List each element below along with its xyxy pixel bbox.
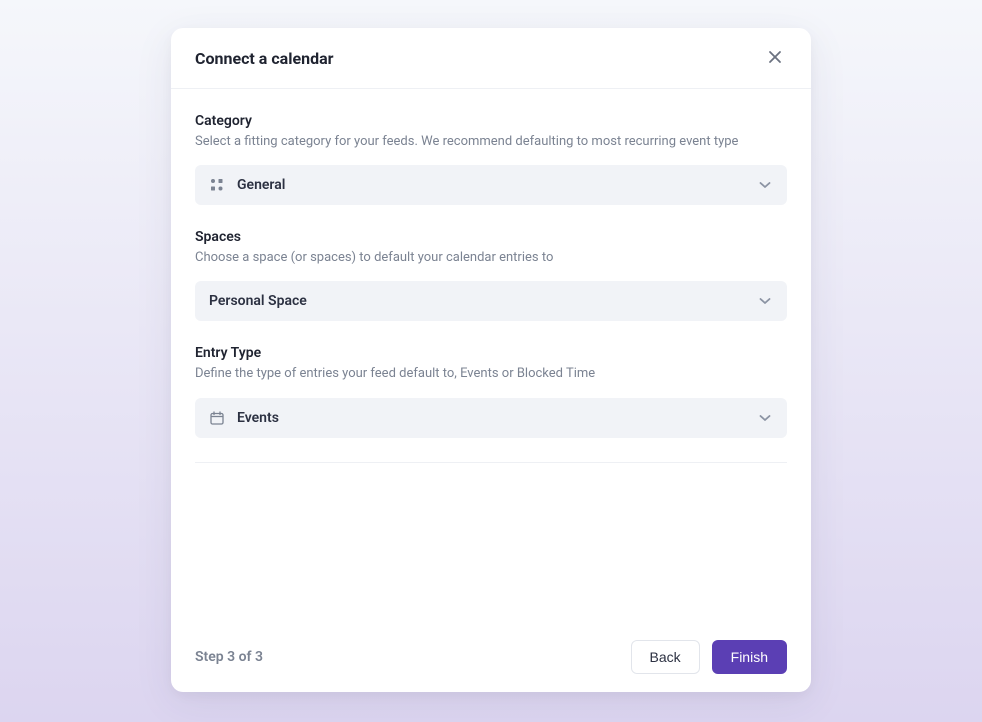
modal-title: Connect a calendar [195,49,334,68]
spaces-selected-value: Personal Space [209,293,745,309]
calendar-icon [209,410,225,426]
spaces-field: Spaces Choose a space (or spaces) to def… [195,229,787,321]
back-button[interactable]: Back [631,640,700,674]
entry-type-selected-value: Events [237,410,745,426]
divider [195,462,787,463]
footer-buttons: Back Finish [631,640,787,674]
connect-calendar-modal: Connect a calendar Category Select a fit… [171,28,811,692]
chevron-down-icon [757,410,773,426]
entry-type-select[interactable]: Events [195,398,787,438]
chevron-down-icon [757,177,773,193]
spaces-description: Choose a space (or spaces) to default yo… [195,249,787,267]
close-button[interactable] [763,46,787,70]
modal-footer: Step 3 of 3 Back Finish [171,622,811,692]
entry-type-title: Entry Type [195,345,787,361]
category-field: Category Select a fitting category for y… [195,113,787,205]
spaces-title: Spaces [195,229,787,245]
chevron-down-icon [757,293,773,309]
category-description: Select a fitting category for your feeds… [195,133,787,151]
finish-button[interactable]: Finish [712,640,787,674]
category-icon [209,177,225,193]
entry-type-field: Entry Type Define the type of entries yo… [195,345,787,437]
modal-header: Connect a calendar [171,28,811,89]
category-title: Category [195,113,787,129]
step-indicator: Step 3 of 3 [195,649,263,665]
entry-type-description: Define the type of entries your feed def… [195,365,787,383]
modal-body: Category Select a fitting category for y… [171,89,811,622]
category-select[interactable]: General [195,165,787,205]
close-icon [768,50,782,67]
spaces-select[interactable]: Personal Space [195,281,787,321]
category-selected-value: General [237,177,745,193]
